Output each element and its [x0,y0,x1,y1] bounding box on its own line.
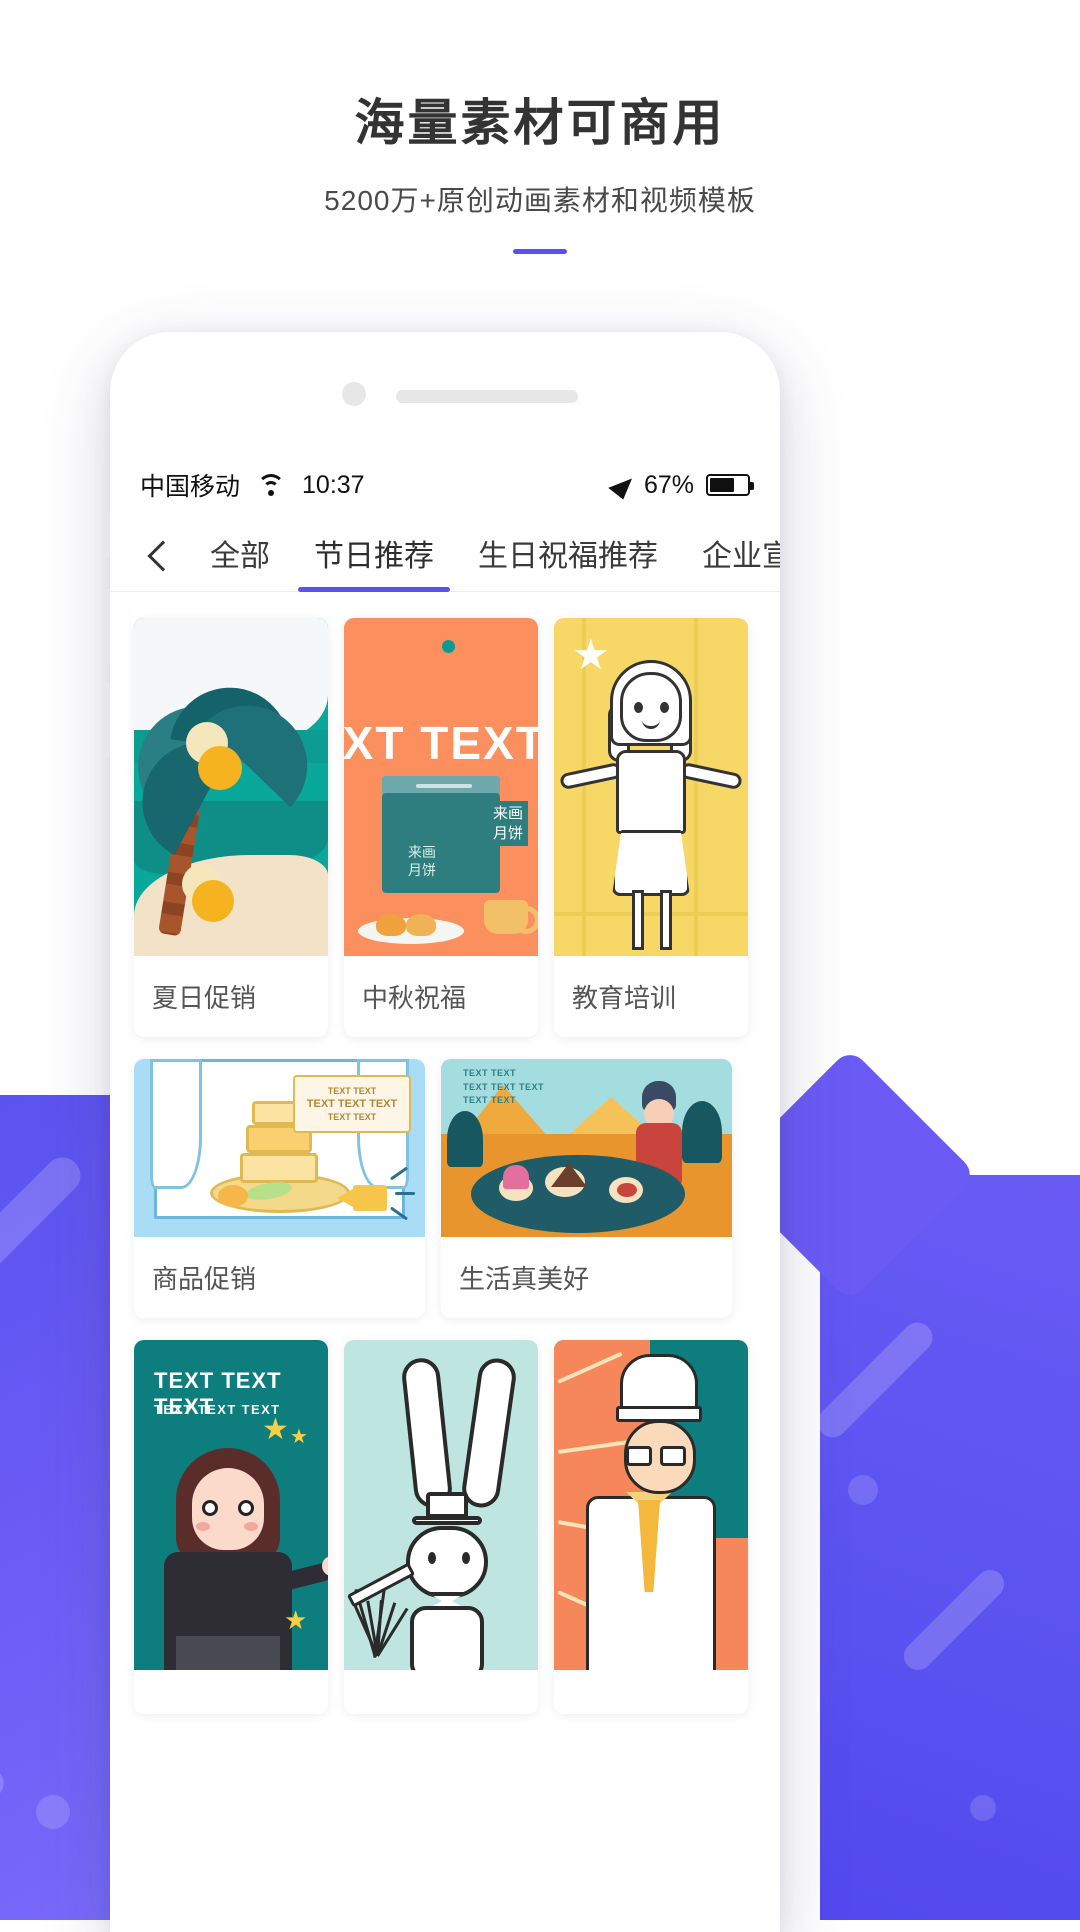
title-underline [513,248,567,254]
chevron-left-icon[interactable] [136,537,176,577]
card-caption: 教育培训 [572,983,677,1013]
dot-decoration [970,1795,996,1821]
tab-all[interactable]: 全部 [188,531,292,591]
template-card-education[interactable]: ★ 教育培训 [554,618,748,1037]
card-thumbnail [134,618,328,956]
star-icon: ★ [290,1426,308,1448]
card-caption: 夏日促销 [152,983,257,1013]
tab-holiday-recommend[interactable]: 节日推荐 [292,531,456,592]
card-thumbnail [554,1340,748,1670]
card-thumbnail: EXT TEXT 来画月饼 来画月饼 [344,618,538,956]
tag-line-3: TEXT TEXT [327,1112,377,1122]
phone-screen: 中国移动 10:37 67% 全部 节日推荐 生日祝福推荐 企业宣传 [110,452,780,1932]
clock-label: 10:37 [302,470,365,499]
tab-birthday-wishes[interactable]: 生日祝福推荐 [456,531,680,591]
slash-decoration [811,1316,939,1444]
illustration-teacher: ★ [554,618,748,956]
template-grid: 夏日促销 EXT TEXT 来画月饼 来画月饼 [110,592,780,1714]
tag-line-1: TEXT TEXT [327,1086,377,1096]
front-camera-icon [342,382,366,406]
location-arrow-icon [608,470,637,500]
card-caption [554,1670,748,1714]
card-overlay-text: EXT TEXT [344,717,538,769]
star-icon: ★ [284,1605,308,1635]
status-bar-left: 中国移动 10:37 [140,467,365,503]
template-row: 夏日促销 EXT TEXT 来画月饼 来画月饼 [134,618,756,1037]
card-thumbnail [344,1340,538,1670]
dot-decoration [848,1475,878,1505]
card-caption: 中秋祝福 [362,983,467,1013]
card-overlay-text: TEXT TEXT TEXT TEXT TEXT TEXT TEXT [463,1068,545,1105]
template-card-chef[interactable] [554,1340,748,1714]
template-card-product-promo[interactable]: TEXT TEXT TEXT TEXT TEXT TEXT TEXT 商品促销 [134,1059,425,1318]
carrier-label: 中国移动 [140,473,241,501]
illustration-chef [554,1340,748,1670]
illustration-beach [134,618,328,956]
card-thumbnail: TEXT TEXT TEXT TEXT TEXT TEXT ★ ★ ★ [134,1340,328,1670]
star-icon: ★ [262,1413,289,1446]
illustration-product: TEXT TEXT TEXT TEXT TEXT TEXT TEXT [134,1059,425,1237]
battery-percent-label: 67% [643,470,694,499]
card-thumbnail: TEXT TEXT TEXT TEXT TEXT TEXT TEXT [441,1059,732,1237]
page-title: 海量素材可商用 [354,95,726,151]
card-thumbnail: ★ [554,618,748,956]
page-subtitle: 5200万+原创动画素材和视频模板 [324,184,756,216]
box-label-front: 来画 月饼 [408,843,436,878]
illustration-mooncake: EXT TEXT 来画月饼 来画月饼 [344,618,538,956]
phone-mockup: 中国移动 10:37 67% 全部 节日推荐 生日祝福推荐 企业宣传 [104,332,780,1932]
card-thumbnail: TEXT TEXT TEXT TEXT TEXT TEXT TEXT [134,1059,425,1237]
promo-tag: TEXT TEXT TEXT TEXT TEXT TEXT TEXT [293,1075,411,1133]
template-card-good-life[interactable]: TEXT TEXT TEXT TEXT TEXT TEXT TEXT 生活真美好 [441,1059,732,1318]
battery-icon [706,474,754,496]
box-label-right: 来画 月饼 [487,801,528,846]
illustration-presenter: TEXT TEXT TEXT TEXT TEXT TEXT ★ ★ ★ [134,1340,328,1670]
card-caption: 生活真美好 [459,1264,590,1294]
template-row: TEXT TEXT TEXT TEXT TEXT TEXT ★ ★ ★ [134,1340,756,1714]
template-row: TEXT TEXT TEXT TEXT TEXT TEXT TEXT 商品促销 [134,1059,756,1318]
illustration-rabbit [344,1340,538,1670]
illustration-picnic: TEXT TEXT TEXT TEXT TEXT TEXT TEXT [441,1059,732,1237]
page-header: 海量素材可商用 5200万+原创动画素材和视频模板 [0,0,1080,254]
purple-shape-right [811,1175,1080,1920]
card-caption: 商品促销 [152,1264,257,1294]
template-card-rabbit[interactable] [344,1340,538,1714]
tab-corporate-promo[interactable]: 企业宣传 [680,531,780,591]
card-caption [134,1670,328,1714]
slash-decoration [0,1761,11,1869]
template-card-summer-sale[interactable]: 夏日促销 [134,618,328,1037]
dot-decoration [36,1795,70,1829]
wifi-icon [256,474,286,496]
status-bar-right: 67% [608,470,754,500]
slash-decoration [898,1564,1010,1676]
template-card-mid-autumn[interactable]: EXT TEXT 来画月饼 来画月饼 中秋祝福 [344,618,538,1037]
earpiece-speaker [396,390,578,403]
status-bar: 中国移动 10:37 67% [110,452,780,518]
megaphone-icon [337,1185,387,1211]
category-tabbar: 全部 节日推荐 生日祝福推荐 企业宣传 [110,518,780,592]
card-caption [344,1670,538,1714]
tag-line-2: TEXT TEXT TEXT [306,1098,398,1110]
phone-bezel-top [110,332,780,452]
template-card-presenter[interactable]: TEXT TEXT TEXT TEXT TEXT TEXT ★ ★ ★ [134,1340,328,1714]
slash-decoration [0,1150,88,1310]
